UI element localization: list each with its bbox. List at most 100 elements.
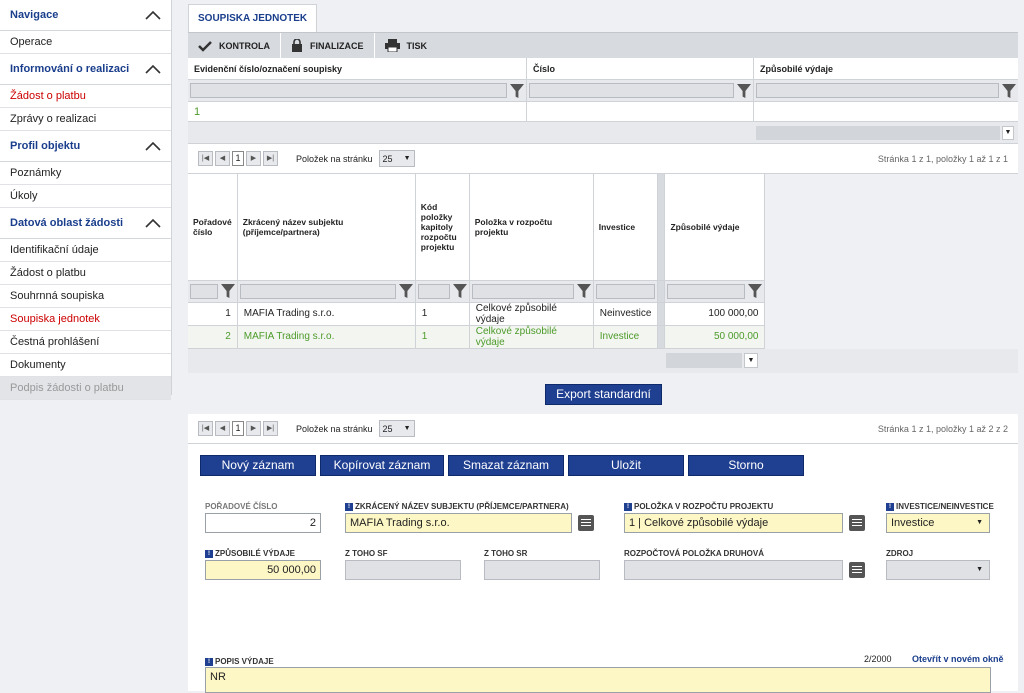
grid1-col-cislo[interactable]: Číslo bbox=[527, 58, 754, 79]
sidebar-item[interactable]: Úkoly bbox=[0, 185, 171, 208]
open-new-window-link[interactable]: Otevřít v novém okně bbox=[912, 654, 1004, 664]
chevron-down-icon[interactable]: ▼ bbox=[744, 352, 758, 368]
sidebar-section-header[interactable]: Profil objektu bbox=[0, 131, 171, 162]
last-page-icon[interactable]: ▶| bbox=[263, 421, 278, 436]
required-icon: ! bbox=[624, 502, 632, 511]
list-icon[interactable] bbox=[849, 515, 865, 531]
popis-field[interactable]: NR bbox=[205, 667, 991, 693]
vydaje-field[interactable]: 50 000,00 bbox=[205, 560, 321, 580]
chevron-down-icon[interactable]: ▼ bbox=[1002, 126, 1014, 140]
page-size-select[interactable]: 25 ▼ bbox=[378, 150, 415, 167]
col-nazev[interactable]: Zkrácený název subjektu (příjemce/partne… bbox=[237, 174, 416, 281]
new-record-button[interactable]: Nový záznam bbox=[200, 455, 316, 476]
first-page-icon[interactable]: |◀ bbox=[198, 151, 213, 166]
grid2-scrollbar[interactable]: ▼ bbox=[188, 348, 1018, 373]
filter-icon[interactable] bbox=[1002, 83, 1016, 98]
col-investice[interactable]: Investice bbox=[593, 174, 659, 281]
zdroj-select[interactable] bbox=[886, 560, 990, 580]
tisk-button[interactable]: TISK bbox=[375, 33, 438, 59]
sidebar: Navigace Operace Informování o realizaci Žá… bbox=[0, 0, 172, 400]
next-page-icon[interactable]: ▶ bbox=[246, 421, 261, 436]
chevron-up-icon[interactable] bbox=[145, 10, 161, 20]
delete-record-button[interactable]: Smazat záznam bbox=[448, 455, 564, 476]
sidebar-item[interactable]: Soupiska jednotek bbox=[0, 308, 171, 331]
kontrola-button[interactable]: KONTROLA bbox=[188, 32, 281, 59]
next-page-icon[interactable]: ▶ bbox=[246, 151, 261, 166]
filter-input[interactable] bbox=[471, 283, 574, 299]
table-row[interactable]: 1 bbox=[188, 102, 1018, 122]
poradove-field[interactable]: 2 bbox=[205, 513, 321, 533]
prev-page-icon[interactable]: ◀ bbox=[215, 421, 230, 436]
cell-code: 1 bbox=[415, 325, 470, 349]
filter-input[interactable] bbox=[595, 283, 656, 299]
page-number[interactable]: 1 bbox=[232, 421, 244, 436]
sidebar-section-header[interactable]: Datová oblast žádosti bbox=[0, 208, 171, 239]
chevron-up-icon[interactable] bbox=[145, 141, 161, 151]
sidebar-section-header[interactable]: Informování o realizaci bbox=[0, 54, 171, 85]
tisk-label: TISK bbox=[406, 40, 428, 51]
cell-item: Celkové způsobilé výdaje bbox=[469, 302, 594, 326]
grid1-scrollbar[interactable]: ▼ bbox=[188, 122, 1018, 144]
filter-icon[interactable] bbox=[220, 283, 235, 298]
last-page-icon[interactable]: ▶| bbox=[263, 151, 278, 166]
cell-code: 1 bbox=[415, 302, 470, 326]
tab-soupiska-jednotek[interactable]: SOUPISKA JEDNOTEK bbox=[188, 4, 318, 32]
filter-icon[interactable] bbox=[452, 283, 467, 298]
sidebar-item[interactable]: Poznámky bbox=[0, 162, 171, 185]
sidebar-item[interactable]: Souhrnná soupiska bbox=[0, 285, 171, 308]
col-poradove[interactable]: Pořadové číslo bbox=[188, 174, 238, 281]
polozka-label: ! POLOŽKA V ROZPOČTU PROJEKTU bbox=[624, 502, 773, 511]
sidebar-item[interactable]: Žádost o platbu bbox=[0, 262, 171, 285]
page-number[interactable]: 1 bbox=[232, 151, 244, 166]
filter-input[interactable] bbox=[190, 83, 507, 98]
filter-input[interactable] bbox=[529, 83, 734, 98]
table-row[interactable]: 1 MAFIA Trading s.r.o. 1 Celkové způsobi… bbox=[188, 302, 766, 326]
prev-page-icon[interactable]: ◀ bbox=[215, 151, 230, 166]
export-button[interactable]: Export standardní bbox=[545, 384, 662, 405]
cell-name: MAFIA Trading s.r.o. bbox=[237, 325, 416, 349]
pager-info: Stránka 1 z 1, položky 1 až 1 z 1 bbox=[877, 154, 1008, 164]
sf-label: Z TOHO SF bbox=[345, 549, 388, 558]
finalizace-button[interactable]: FINALIZACE bbox=[281, 32, 375, 59]
filter-input[interactable] bbox=[667, 283, 746, 299]
filter-input[interactable] bbox=[417, 283, 450, 299]
filter-icon[interactable] bbox=[576, 283, 591, 298]
sf-field bbox=[345, 560, 461, 580]
filter-input[interactable] bbox=[190, 283, 218, 299]
filter-icon[interactable] bbox=[737, 83, 751, 98]
polozka-field[interactable]: 1 | Celkové způsobilé výdaje bbox=[624, 513, 843, 533]
cancel-button[interactable]: Storno bbox=[688, 455, 804, 476]
sidebar-item[interactable]: Operace bbox=[0, 31, 171, 54]
investice-select[interactable]: Investice bbox=[886, 513, 990, 533]
list-icon[interactable] bbox=[578, 515, 594, 531]
chevron-up-icon[interactable] bbox=[145, 218, 161, 228]
first-page-icon[interactable]: |◀ bbox=[198, 421, 213, 436]
zdroj-label: ZDROJ bbox=[886, 549, 914, 558]
col-kod[interactable]: Kód položky kapitoly rozpočtu projektu bbox=[415, 174, 470, 281]
subjekt-field[interactable]: MAFIA Trading s.r.o. bbox=[345, 513, 572, 533]
filter-icon[interactable] bbox=[398, 283, 413, 298]
col-polozka[interactable]: Položka v rozpočtu projektu bbox=[469, 174, 594, 281]
sidebar-item[interactable]: Dokumenty bbox=[0, 354, 171, 377]
sidebar-item[interactable]: Zprávy o realizaci bbox=[0, 108, 171, 131]
save-button[interactable]: Uložit bbox=[568, 455, 684, 476]
sidebar-item[interactable]: Žádost o platbu bbox=[0, 85, 171, 108]
sidebar-section-header[interactable]: Navigace bbox=[0, 0, 171, 31]
grid1-col-evidencni[interactable]: Evidenční číslo/označení soupisky bbox=[188, 58, 527, 79]
copy-record-button[interactable]: Kopírovat záznam bbox=[320, 455, 444, 476]
list-icon[interactable] bbox=[849, 562, 865, 578]
table-row-selected[interactable]: 2 MAFIA Trading s.r.o. 1 Celkové způsobi… bbox=[188, 325, 766, 349]
grid1-col-vydaje[interactable]: Způsobilé výdaje bbox=[754, 58, 1018, 79]
page-size-select[interactable]: 25 ▼ bbox=[378, 420, 415, 437]
sidebar-item[interactable]: Čestná prohlášení bbox=[0, 331, 171, 354]
pager-1: |◀ ◀ 1 ▶ ▶| Položek na stránku 25 ▼ Strán… bbox=[188, 144, 1018, 174]
filter-input[interactable] bbox=[756, 83, 999, 98]
poradove-label: POŘADOVÉ ČÍSLO bbox=[205, 502, 278, 511]
sidebar-item[interactable]: Identifikační údaje bbox=[0, 239, 171, 262]
filter-icon[interactable] bbox=[510, 83, 524, 98]
filter-icon[interactable] bbox=[748, 283, 763, 298]
filter-input[interactable] bbox=[239, 283, 396, 299]
cell-num: 2 bbox=[188, 325, 238, 349]
col-vydaje[interactable]: Způsobilé výdaje bbox=[664, 174, 766, 281]
chevron-up-icon[interactable] bbox=[145, 64, 161, 74]
